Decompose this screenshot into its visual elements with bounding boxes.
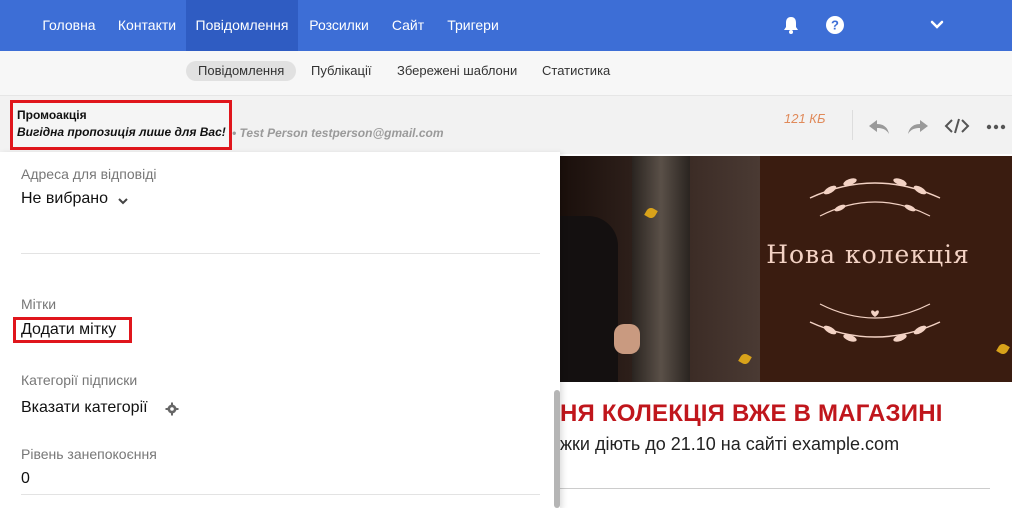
input-underline xyxy=(21,494,540,495)
email-preview: Нова колекція НЯ КОЛЕКЦІЯ ВЖЕ В МАГАЗИНІ… xyxy=(560,154,1012,508)
section-divider xyxy=(21,253,540,254)
nav-item-campaigns[interactable]: Розсилки xyxy=(298,0,380,51)
banner-door xyxy=(632,156,690,382)
nav-item-site[interactable]: Сайт xyxy=(380,0,436,51)
sub-navigation: Повідомлення Публікації Збережені шаблон… xyxy=(0,51,1012,96)
forward-icon[interactable] xyxy=(905,114,931,138)
more-icon[interactable] xyxy=(984,114,1010,138)
promo-subline: жки діють до 21.10 на сайті example.com xyxy=(560,434,900,454)
top-navigation: Головна Контакти Повідомлення Розсилки С… xyxy=(0,0,1012,51)
panel-scrollbar[interactable] xyxy=(554,390,560,508)
nav-item-triggers[interactable]: Тригери xyxy=(436,0,510,51)
reply-address-select[interactable]: Не вибрано xyxy=(21,190,128,212)
concern-level-input[interactable]: 0 xyxy=(21,470,30,488)
wreath-top-icon xyxy=(809,178,941,217)
message-title-highlight: Промоакція Вигідна пропозиція лише для В… xyxy=(10,100,232,150)
header-divider xyxy=(852,110,853,140)
message-size: 121 КБ xyxy=(784,111,826,126)
wreath-bottom-icon xyxy=(809,303,941,342)
reply-address-label: Адреса для відповіді xyxy=(21,166,157,182)
gear-icon[interactable] xyxy=(165,402,179,416)
subnav-statistics[interactable]: Статистика xyxy=(542,61,610,81)
nav-item-contacts[interactable]: Контакти xyxy=(108,0,186,51)
categories-select[interactable]: Вказати категорії xyxy=(21,399,148,417)
bell-icon[interactable] xyxy=(780,14,802,36)
subnav-messages[interactable]: Повідомлення xyxy=(186,61,297,81)
categories-label: Категорії підписки xyxy=(21,372,138,388)
help-icon[interactable]: ? xyxy=(824,14,846,36)
collection-title: Нова колекція xyxy=(766,240,970,269)
tags-label: Мітки xyxy=(21,296,57,312)
promo-headline: НЯ КОЛЕКЦІЯ ВЖЕ В МАГАЗИНІ xyxy=(560,400,943,427)
message-subject: Вигідна пропозиція лише для Вас! xyxy=(17,125,226,139)
message-settings-panel: Адреса для відповіді Не вибрано Мітки До… xyxy=(0,152,560,508)
collection-banner: Нова колекція xyxy=(560,156,1012,382)
banner-figure xyxy=(560,216,618,382)
nav-item-home[interactable]: Головна xyxy=(30,0,108,51)
chevron-down-icon[interactable] xyxy=(926,14,948,36)
message-sender: • Test Person testperson@gmail.com xyxy=(232,126,444,140)
subnav-saved-templates[interactable]: Збережені шаблони xyxy=(397,61,517,81)
code-icon[interactable] xyxy=(944,114,970,138)
message-title: Промоакція xyxy=(17,108,87,122)
add-tag-button[interactable]: Додати мітку xyxy=(21,321,116,339)
svg-text:?: ? xyxy=(831,18,839,33)
reply-icon[interactable] xyxy=(866,114,892,138)
chevron-down-icon[interactable] xyxy=(117,196,129,206)
reply-address-value: Не вибрано xyxy=(21,190,109,207)
concern-level-label: Рівень занепокоєння xyxy=(21,446,157,462)
banner-hand xyxy=(614,324,640,354)
subnav-publications[interactable]: Публікації xyxy=(311,61,371,81)
nav-item-messages[interactable]: Повідомлення xyxy=(186,0,298,51)
preview-divider xyxy=(560,488,990,489)
